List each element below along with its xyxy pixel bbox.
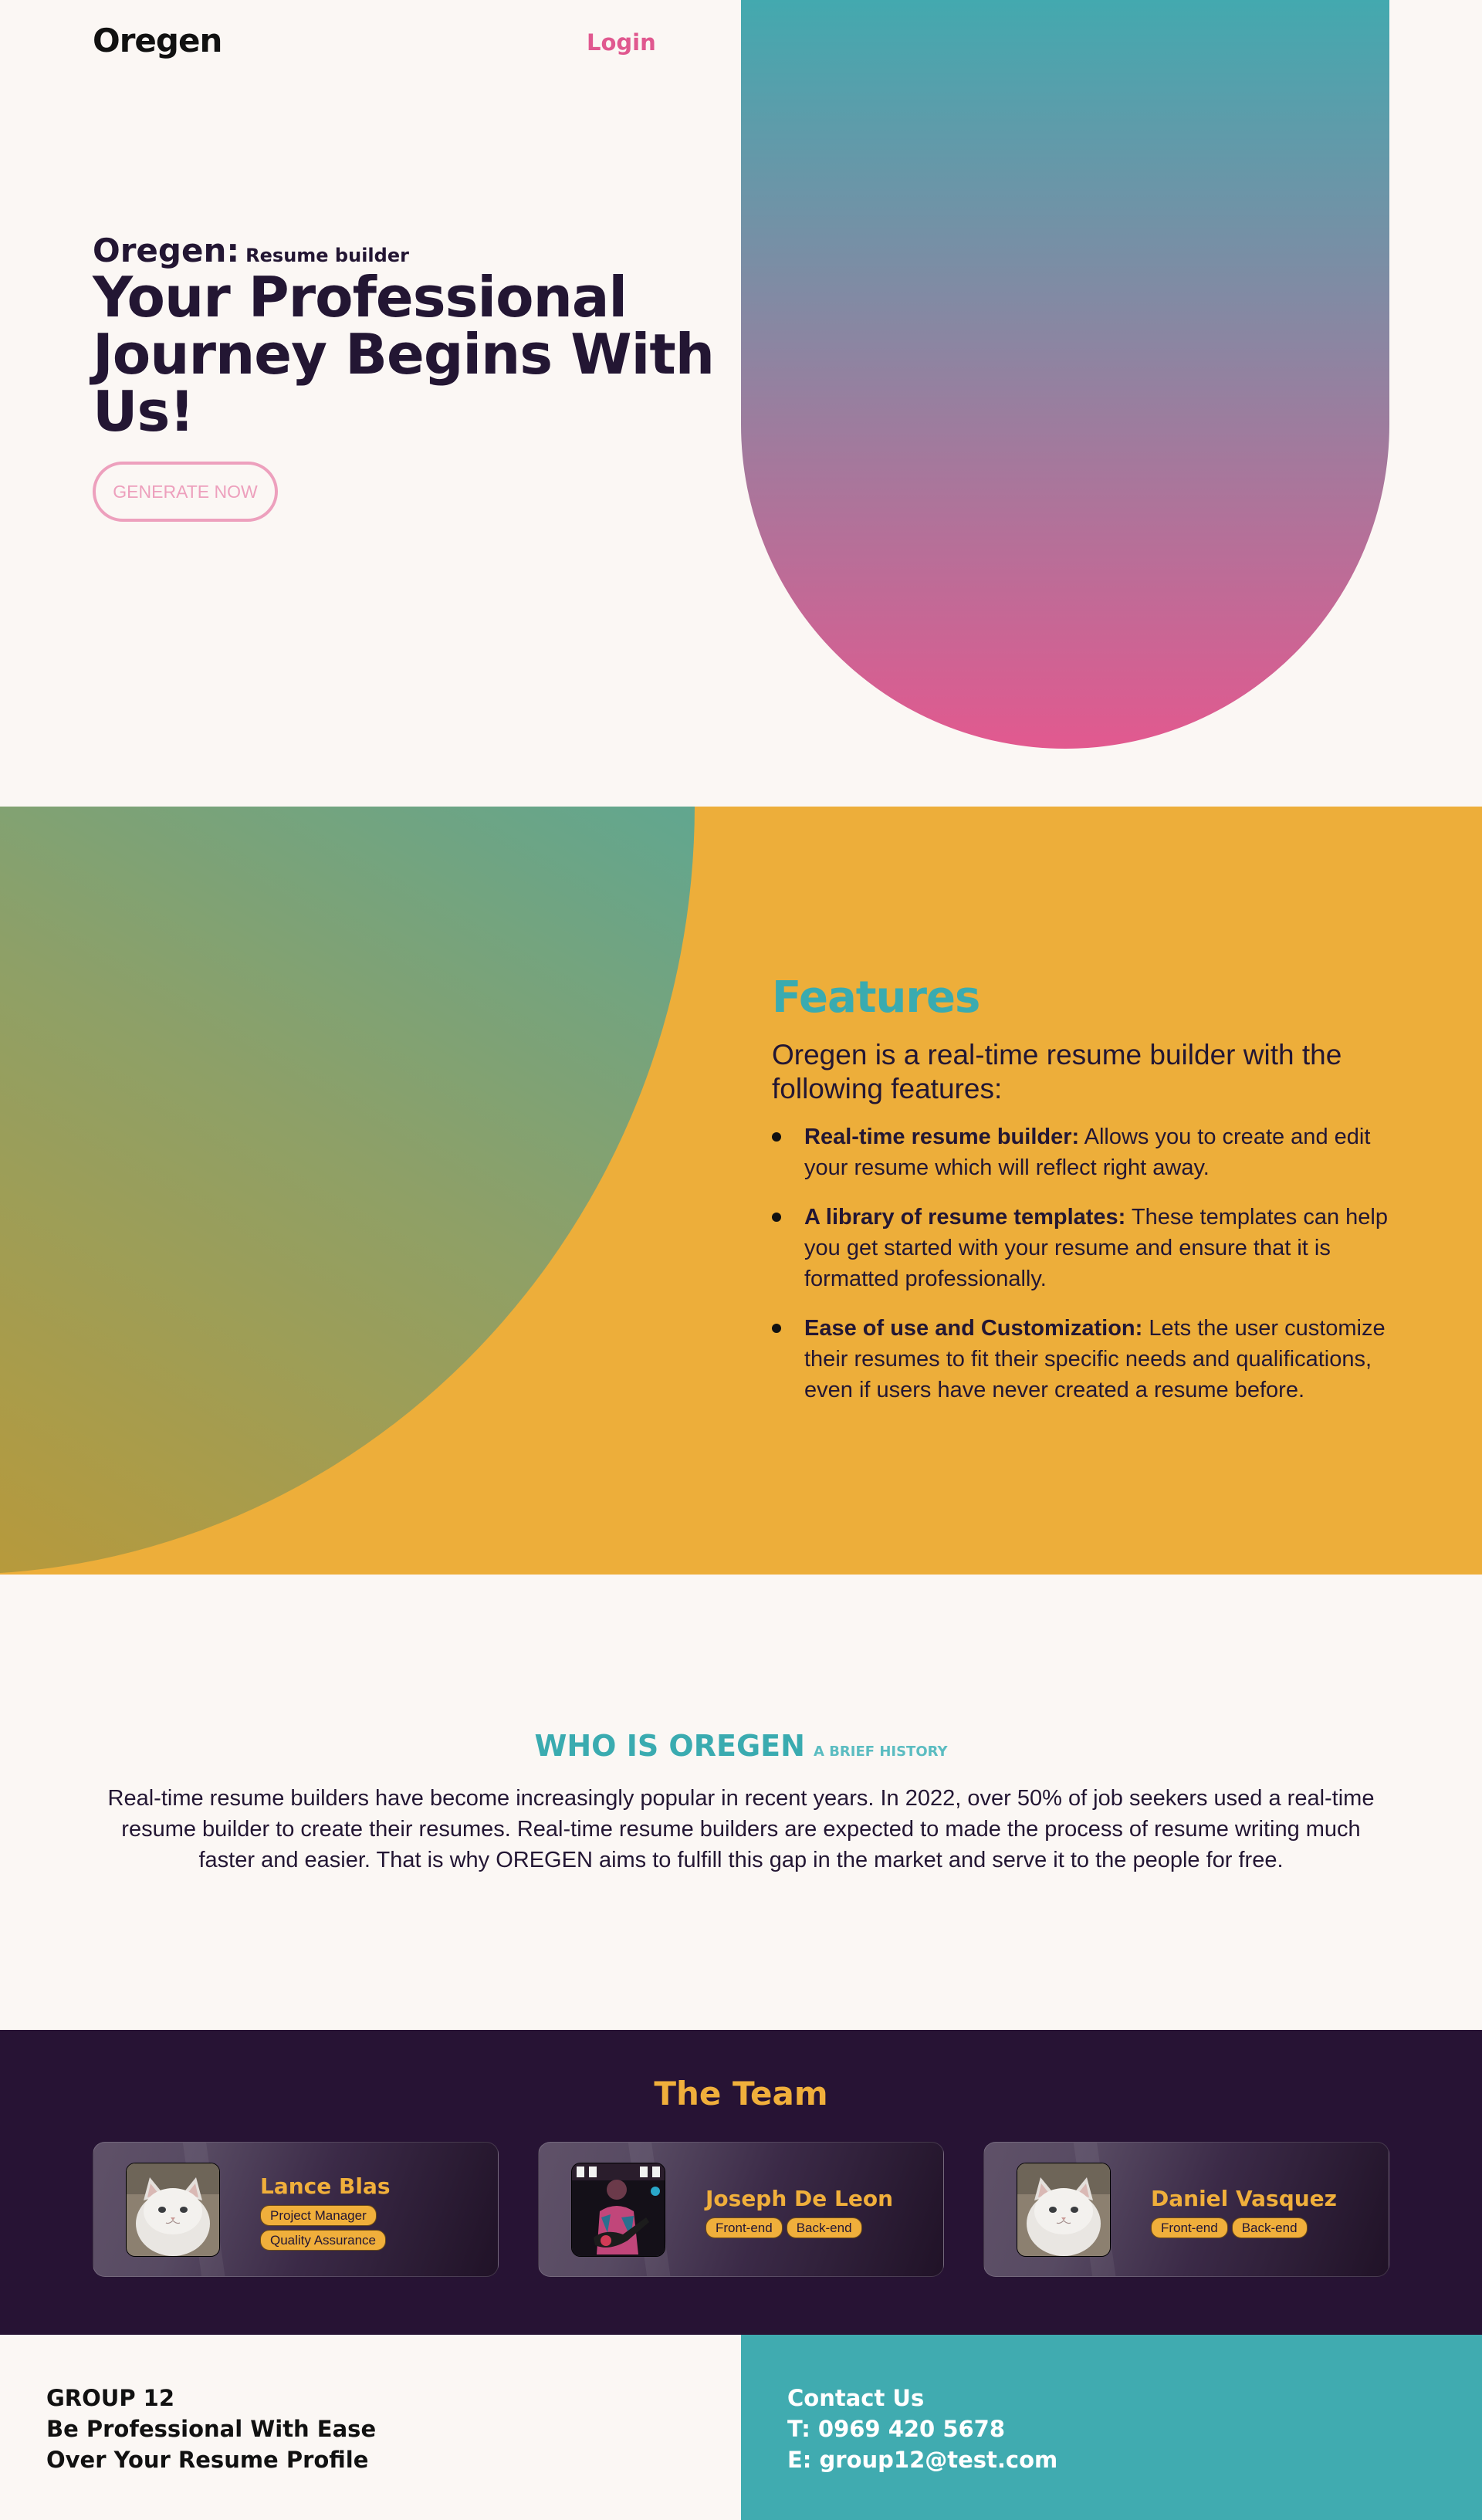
footer-slogan-1: Be Professional With Ease	[46, 2416, 377, 2442]
features-content: Features Oregen is a real-time resume bu…	[772, 972, 1397, 1424]
about-text: Real-time resume builders have become in…	[107, 1786, 1375, 1872]
footer-group-info: GROUP 12 Be Professional With Ease Over …	[46, 2383, 376, 2475]
member-info: Joseph De Leon Front-end Back-end	[705, 2186, 893, 2238]
footer-right: Contact Us T: 0969 420 5678 E: group12@t…	[741, 2335, 1482, 2520]
team-section: The Team Lance Blas Project Manager Qual…	[0, 2030, 1482, 2335]
hero-brand: Oregen:	[93, 232, 240, 269]
role-badge: Back-end	[786, 2217, 862, 2238]
member-name: Joseph De Leon	[705, 2186, 894, 2211]
about-heading: WHO IS OREGEN A BRIEF HISTORY	[0, 1729, 1482, 1763]
hero-gradient-shape	[741, 0, 1389, 749]
cat-photo-icon	[127, 2163, 219, 2256]
about-title: WHO IS OREGEN	[534, 1729, 805, 1763]
list-item: Real-time resume builder: Allows you to …	[772, 1121, 1397, 1183]
member-info: Lance Blas Project Manager Quality Assur…	[260, 2173, 391, 2251]
list-item: A library of resume templates: These tem…	[772, 1202, 1397, 1294]
feature-label: A library of resume templates:	[804, 1205, 1126, 1230]
team-cards: Lance Blas Project Manager Quality Assur…	[93, 2142, 1389, 2277]
role-badge: Front-end	[1151, 2217, 1228, 2238]
team-title: The Team	[654, 2075, 828, 2112]
cat-photo-icon	[1017, 2163, 1110, 2256]
cat-avatar	[126, 2163, 220, 2257]
about-subtitle: A BRIEF HISTORY	[814, 1744, 948, 1760]
about-section: WHO IS OREGEN A BRIEF HISTORY Real-time …	[0, 1575, 1482, 2030]
features-title: Features	[772, 972, 980, 1023]
member-name: Daniel Vasquez	[1151, 2186, 1337, 2211]
features-list: Real-time resume builder: Allows you to …	[772, 1121, 1397, 1405]
contact-heading: Contact Us	[787, 2385, 925, 2411]
team-card-joseph: Joseph De Leon Front-end Back-end	[538, 2142, 944, 2277]
list-item: Ease of use and Customization: Lets the …	[772, 1313, 1397, 1405]
footer-group-name: GROUP 12	[46, 2385, 175, 2411]
features-section: Features Oregen is a real-time resume bu…	[0, 807, 1482, 1575]
generate-now-button[interactable]: GENERATE NOW	[93, 462, 278, 522]
guitarist-photo-icon	[572, 2163, 665, 2256]
member-roles: Front-end Back-end	[705, 2217, 893, 2238]
hero-section: Oregen Login Oregen: Resume builder Your …	[0, 0, 1482, 807]
footer: GROUP 12 Be Professional With Ease Over …	[0, 2335, 1482, 2520]
feature-label: Real-time resume builder:	[804, 1125, 1080, 1149]
features-intro: Oregen is a real-time resume builder wit…	[772, 1039, 1342, 1104]
features-gradient-shape	[0, 807, 695, 1575]
member-name: Lance Blas	[260, 2173, 391, 2199]
role-badge: Quality Assurance	[260, 2230, 387, 2251]
team-card-lance: Lance Blas Project Manager Quality Assur…	[93, 2142, 499, 2277]
hero-title: Your Professional Journey Begins With Us…	[93, 265, 715, 444]
hero-subtitle: Oregen: Resume builder	[93, 232, 409, 269]
role-badge: Front-end	[705, 2217, 783, 2238]
footer-left: GROUP 12 Be Professional With Ease Over …	[0, 2335, 741, 2520]
team-card-daniel: Daniel Vasquez Front-end Back-end	[983, 2142, 1389, 2277]
hero-tagline: Resume builder	[245, 245, 409, 266]
member-info: Daniel Vasquez Front-end Back-end	[1151, 2186, 1337, 2238]
feature-label: Ease of use and Customization:	[804, 1316, 1143, 1341]
member-roles: Front-end Back-end	[1151, 2217, 1337, 2238]
role-badge: Project Manager	[260, 2205, 377, 2226]
footer-slogan-2: Over Your Resume Profile	[46, 2447, 369, 2473]
guitarist-avatar	[571, 2163, 665, 2257]
login-link[interactable]: Login	[587, 29, 656, 56]
member-roles: Project Manager Quality Assurance	[260, 2205, 391, 2251]
role-badge: Back-end	[1231, 2217, 1308, 2238]
cat-avatar	[1017, 2163, 1111, 2257]
footer-contact: Contact Us T: 0969 420 5678 E: group12@t…	[787, 2383, 1057, 2475]
contact-phone[interactable]: T: 0969 420 5678	[787, 2413, 1057, 2444]
contact-email[interactable]: E: group12@test.com	[787, 2444, 1057, 2475]
logo[interactable]: Oregen	[93, 22, 222, 59]
